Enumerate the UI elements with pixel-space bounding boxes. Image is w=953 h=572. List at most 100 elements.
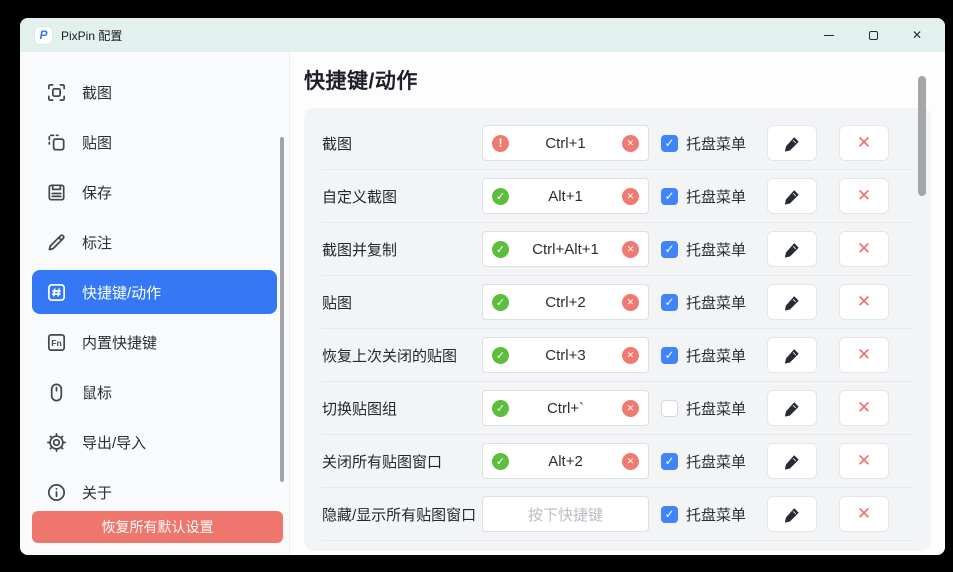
sidebar-item-pin-image[interactable]: 贴图 [32, 120, 277, 164]
annotate-pencil-icon [45, 231, 68, 254]
sidebar-item-annotate[interactable]: 标注 [32, 220, 277, 264]
hotkey-input[interactable]: ✓ Alt+2 ✕ [482, 443, 649, 479]
title-bar: P PixPin 配置 ✕ [20, 18, 945, 52]
tray-menu-label: 托盘菜单 [686, 345, 746, 366]
action-label: 自定义截图 [322, 186, 482, 207]
hotkey-input[interactable]: ✓ Ctrl+Alt+1 ✕ [482, 231, 649, 267]
edit-pencil-icon [783, 452, 802, 471]
hotkey-row: 关闭所有贴图窗口 ✓ Alt+2 ✕ ✓ 托盘菜单 ✕ [322, 435, 913, 488]
delete-button[interactable]: ✕ [839, 178, 889, 214]
hotkey-input[interactable]: ✓ Ctrl+3 ✕ [482, 337, 649, 373]
edit-pencil-icon [783, 399, 802, 418]
edit-pencil-icon [783, 346, 802, 365]
maximize-button[interactable] [851, 18, 895, 52]
sidebar-item-capture[interactable]: 截图 [32, 70, 277, 114]
edit-button[interactable] [767, 125, 817, 161]
delete-button[interactable]: ✕ [839, 390, 889, 426]
edit-button[interactable] [767, 178, 817, 214]
hotkey-input[interactable]: ✓ Alt+1 ✕ [482, 178, 649, 214]
tray-menu-checkbox[interactable]: ✓ [661, 506, 678, 523]
pixpin-logo-icon: P [35, 27, 52, 44]
pixpin-config-window: P PixPin 配置 ✕ 截图 [20, 18, 945, 555]
tray-menu-label: 托盘菜单 [686, 133, 746, 154]
tray-menu-checkbox[interactable]: ✓ [661, 347, 678, 364]
gear-icon [45, 431, 68, 454]
save-icon [45, 181, 68, 204]
delete-button[interactable]: ✕ [839, 125, 889, 161]
action-label: 切换贴图组 [322, 398, 482, 419]
info-icon [45, 481, 68, 504]
edit-button[interactable] [767, 390, 817, 426]
delete-button[interactable]: ✕ [839, 284, 889, 320]
close-button[interactable]: ✕ [895, 18, 939, 52]
clear-hotkey-icon[interactable]: ✕ [622, 347, 639, 364]
minimize-button[interactable] [807, 18, 851, 52]
sidebar-item-label: 快捷键/动作 [82, 282, 161, 303]
delete-button[interactable]: ✕ [839, 443, 889, 479]
sidebar-item-mouse[interactable]: 鼠标 [32, 370, 277, 414]
sidebar-item-label: 贴图 [82, 132, 112, 153]
clear-hotkey-icon[interactable]: ✕ [622, 135, 639, 152]
edit-pencil-icon [783, 293, 802, 312]
sidebar-item-about[interactable]: 关于 [32, 470, 277, 514]
delete-button[interactable]: ✕ [839, 496, 889, 532]
action-label: 隐藏/显示所有贴图窗口 [322, 504, 482, 525]
sidebar-item-save[interactable]: 保存 [32, 170, 277, 214]
tray-menu-checkbox[interactable] [661, 400, 678, 417]
content-scrollbar[interactable] [918, 76, 926, 196]
clear-hotkey-icon[interactable]: ✕ [622, 188, 639, 205]
window-title: PixPin 配置 [61, 27, 122, 44]
tray-menu-label: 托盘菜单 [686, 504, 746, 525]
edit-button[interactable] [767, 443, 817, 479]
hotkey-input[interactable]: ! Ctrl+1 ✕ [482, 125, 649, 161]
sidebar: 截图 贴图 保存 [20, 52, 290, 555]
edit-button[interactable] [767, 231, 817, 267]
conflict-warning-icon: ! [492, 135, 509, 152]
hotkey-row: 恢复上次关闭的贴图 ✓ Ctrl+3 ✕ ✓ 托盘菜单 ✕ [322, 329, 913, 382]
tray-menu-label: 托盘菜单 [686, 451, 746, 472]
edit-button[interactable] [767, 496, 817, 532]
sidebar-item-export-import[interactable]: 导出/导入 [32, 420, 277, 464]
valid-check-icon: ✓ [492, 400, 509, 417]
clear-hotkey-icon[interactable]: ✕ [622, 241, 639, 258]
tray-menu-checkbox[interactable]: ✓ [661, 135, 678, 152]
sidebar-item-label: 内置快捷键 [82, 332, 157, 353]
valid-check-icon: ✓ [492, 294, 509, 311]
tray-menu-label: 托盘菜单 [686, 239, 746, 260]
page-title: 快捷键/动作 [304, 68, 931, 96]
hotkey-row: 切换贴图组 ✓ Ctrl+` ✕ 托盘菜单 ✕ [322, 382, 913, 435]
clear-hotkey-icon[interactable]: ✕ [622, 294, 639, 311]
restore-defaults-button[interactable]: 恢复所有默认设置 [32, 511, 283, 543]
action-label: 截图 [322, 133, 482, 154]
hotkey-row: 截图 ! Ctrl+1 ✕ ✓ 托盘菜单 ✕ [322, 117, 913, 170]
delete-button[interactable]: ✕ [839, 337, 889, 373]
mouse-icon [45, 381, 68, 404]
tray-menu-checkbox[interactable]: ✓ [661, 294, 678, 311]
clear-hotkey-icon[interactable]: ✕ [622, 453, 639, 470]
tray-menu-checkbox[interactable]: ✓ [661, 453, 678, 470]
hotkey-input[interactable]: 按下快捷键 [482, 496, 649, 532]
hotkey-input[interactable]: ✓ Ctrl+` ✕ [482, 390, 649, 426]
fn-key-icon: Fn [45, 331, 68, 354]
valid-check-icon: ✓ [492, 453, 509, 470]
hotkey-row: 自定义截图 ✓ Alt+1 ✕ ✓ 托盘菜单 ✕ [322, 170, 913, 223]
clear-hotkey-icon[interactable]: ✕ [622, 400, 639, 417]
sidebar-item-label: 标注 [82, 232, 112, 253]
edit-pencil-icon [783, 240, 802, 259]
capture-icon [45, 81, 68, 104]
edit-pencil-icon [783, 187, 802, 206]
sidebar-scrollbar[interactable] [280, 137, 284, 482]
edit-pencil-icon [783, 505, 802, 524]
tray-menu-checkbox[interactable]: ✓ [661, 241, 678, 258]
delete-button[interactable]: ✕ [839, 231, 889, 267]
edit-button[interactable] [767, 284, 817, 320]
action-label: 截图并复制 [322, 239, 482, 260]
hotkey-rows: 截图 ! Ctrl+1 ✕ ✓ 托盘菜单 ✕ 自定义截图 ✓ Alt+1 ✕ ✓… [304, 108, 931, 551]
sidebar-item-builtin-hotkeys[interactable]: Fn 内置快捷键 [32, 320, 277, 364]
edit-button[interactable] [767, 337, 817, 373]
hotkey-input[interactable]: ✓ Ctrl+2 ✕ [482, 284, 649, 320]
tray-menu-checkbox[interactable]: ✓ [661, 188, 678, 205]
valid-check-icon: ✓ [492, 241, 509, 258]
tray-menu-label: 托盘菜单 [686, 398, 746, 419]
sidebar-item-hotkeys[interactable]: 快捷键/动作 [32, 270, 277, 314]
